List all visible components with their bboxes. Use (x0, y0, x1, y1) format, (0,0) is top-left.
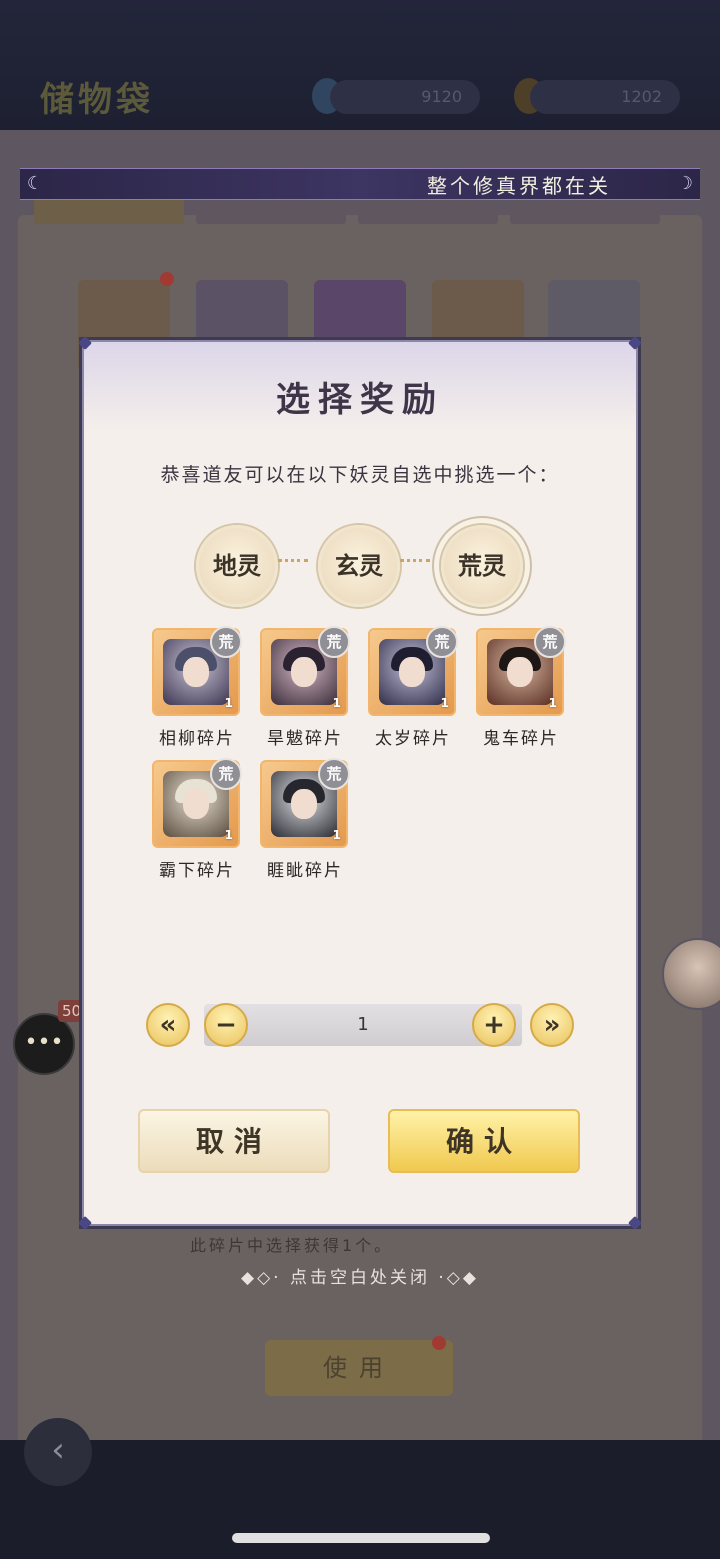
item-count: 1 (440, 696, 449, 710)
item-frame: 荒 1 (260, 758, 350, 848)
rarity-badge: 荒 (210, 758, 242, 790)
dialog-subtitle: 恭喜道友可以在以下妖灵自选中挑选一个： (160, 464, 560, 486)
close-hint-text: 点击空白处关闭 (290, 1268, 430, 1288)
item-frame: 荒 1 (152, 626, 242, 716)
portrait-face (291, 657, 317, 687)
rarity-badge: 荒 (318, 626, 350, 658)
reward-item[interactable]: 荒 1 霸下碎片 (152, 758, 242, 881)
tier-connector (400, 559, 430, 562)
tier-tab-mystic[interactable]: 玄灵 (318, 525, 400, 607)
rarity-badge: 荒 (534, 626, 566, 658)
bag-tab (196, 196, 346, 224)
red-dot (160, 272, 174, 286)
portrait-face (291, 789, 317, 819)
reward-select-dialog: 选择奖励 恭喜道友可以在以下妖灵自选中挑选一个： 地灵 玄灵 荒灵 荒 1 相柳… (77, 335, 643, 1231)
dialog-title: 选择奖励 (276, 380, 444, 420)
reward-item[interactable]: 荒 1 太岁碎片 (368, 626, 458, 749)
page-title: 储物袋 (40, 80, 154, 120)
rarity-badge: 荒 (426, 626, 458, 658)
confirm-button[interactable]: 确认 (388, 1109, 580, 1173)
bag-tab (34, 196, 184, 224)
item-label: 霸下碎片 (159, 861, 235, 881)
back-arrow-icon[interactable]: ‹ (24, 1418, 92, 1486)
item-label: 鬼车碎片 (483, 729, 559, 749)
item-frame: 荒 1 (260, 626, 350, 716)
tier-connector (278, 559, 308, 562)
item-label: 相柳碎片 (159, 729, 235, 749)
portrait-face (183, 789, 209, 819)
diamond-ornament-icon: ◆◇· (241, 1268, 282, 1288)
chat-bubble-icon[interactable]: ••• (13, 1013, 75, 1075)
tier-tab-wild[interactable]: 荒灵 (441, 525, 523, 607)
item-frame: 荒 1 (152, 758, 242, 848)
portrait-face (507, 657, 533, 687)
portrait-face (399, 657, 425, 687)
bag-tab (358, 196, 498, 224)
rarity-badge: 荒 (210, 626, 242, 658)
item-description: 此碎片中选择获得1个。 (190, 1236, 394, 1255)
first-page-icon[interactable]: « (146, 1003, 190, 1047)
crescent-moon-icon: ☾ (26, 173, 44, 194)
home-indicator (232, 1533, 490, 1543)
item-label: 太岁碎片 (375, 729, 451, 749)
tier-tab-earth[interactable]: 地灵 (196, 525, 278, 607)
plus-button[interactable]: + (472, 1003, 516, 1047)
item-label: 旱魃碎片 (267, 729, 343, 749)
use-button[interactable]: 使用 (265, 1340, 453, 1396)
currency-1: 9120 (330, 80, 480, 114)
announcement-marquee: ☾ 整个修真界都在关 ☽ (20, 168, 700, 200)
reward-item[interactable]: 荒 1 旱魃碎片 (260, 626, 350, 749)
item-count: 1 (224, 696, 233, 710)
reward-item[interactable]: 荒 1 相柳碎片 (152, 626, 242, 749)
reward-item[interactable]: 荒 1 鬼车碎片 (476, 626, 566, 749)
currency-2: 1202 (530, 80, 680, 114)
red-dot (432, 1336, 446, 1350)
minus-button[interactable]: − (204, 1003, 248, 1047)
close-hint: ◆◇· 点击空白处关闭 ·◇◆ (0, 1263, 720, 1288)
item-count: 1 (548, 696, 557, 710)
item-count: 1 (224, 828, 233, 842)
crescent-moon-icon: ☽ (676, 173, 694, 194)
item-count: 1 (332, 696, 341, 710)
bag-tab (510, 196, 660, 224)
reward-item[interactable]: 荒 1 睚眦碎片 (260, 758, 350, 881)
item-frame: 荒 1 (368, 626, 458, 716)
item-frame: 荒 1 (476, 626, 566, 716)
marquee-text: 整个修真界都在关 (427, 174, 611, 198)
last-page-icon[interactable]: » (530, 1003, 574, 1047)
item-label: 睚眦碎片 (267, 861, 343, 881)
diamond-ornament-icon: ·◇◆ (438, 1268, 479, 1288)
cancel-button[interactable]: 取消 (138, 1109, 330, 1173)
rarity-badge: 荒 (318, 758, 350, 790)
item-count: 1 (332, 828, 341, 842)
portrait-face (183, 657, 209, 687)
